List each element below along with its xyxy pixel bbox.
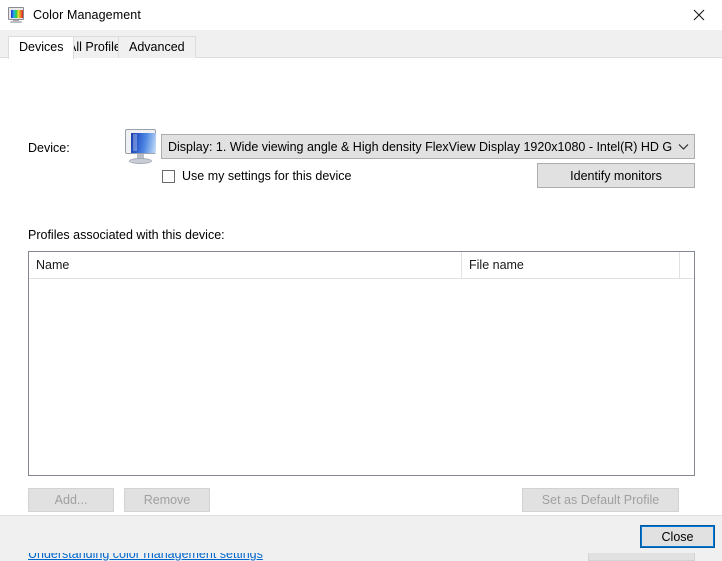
display-monitor-icon [122, 128, 160, 166]
remove-profile-button[interactable]: Remove [124, 488, 210, 512]
set-as-default-profile-button[interactable]: Set as Default Profile [522, 488, 679, 512]
tab-devices[interactable]: Devices [8, 36, 75, 59]
profiles-list-header: Name File name [29, 252, 694, 279]
device-label: Device: [28, 141, 70, 155]
profiles-list-body[interactable] [29, 279, 694, 475]
add-profile-label: Add... [54, 493, 88, 507]
column-header-name[interactable]: Name [29, 252, 461, 278]
identify-monitors-button[interactable]: Identify monitors [537, 163, 695, 188]
chevron-down-icon [672, 143, 694, 151]
device-select[interactable]: Display: 1. Wide viewing angle & High de… [161, 134, 695, 159]
use-my-settings-label: Use my settings for this device [182, 169, 352, 183]
identify-monitors-label: Identify monitors [570, 168, 662, 183]
color-monitor-icon [8, 7, 24, 23]
add-profile-button[interactable]: Add... [28, 488, 114, 512]
window-title: Color Management [33, 8, 141, 22]
profiles-list[interactable]: Name File name [28, 251, 695, 476]
column-header-file-name[interactable]: File name [461, 252, 679, 278]
remove-profile-label: Remove [143, 493, 191, 507]
column-header-file-name-label: File name [469, 258, 524, 272]
dialog-footer [0, 515, 722, 553]
tab-devices-label: Devices [19, 40, 64, 54]
title-bar: Color Management [0, 0, 722, 30]
close-button-label: Close [661, 529, 694, 544]
checkbox-box [162, 169, 175, 183]
devices-tab-panel: Device: Display: 1. Wide viewing angle &… [0, 58, 722, 561]
column-header-name-label: Name [36, 258, 70, 272]
profiles-associated-label: Profiles associated with this device: [28, 228, 225, 242]
tab-advanced[interactable]: Advanced [118, 36, 196, 58]
column-header-extra[interactable] [679, 252, 694, 278]
device-select-value: Display: 1. Wide viewing angle & High de… [168, 139, 672, 154]
tab-strip: Devices All Profiles Advanced [0, 30, 722, 59]
use-my-settings-checkbox[interactable]: Use my settings for this device [162, 168, 352, 184]
close-window-icon[interactable] [676, 0, 722, 30]
set-as-default-profile-label: Set as Default Profile [541, 493, 660, 507]
tab-advanced-label: Advanced [129, 40, 185, 54]
close-button[interactable]: Close [640, 525, 715, 548]
